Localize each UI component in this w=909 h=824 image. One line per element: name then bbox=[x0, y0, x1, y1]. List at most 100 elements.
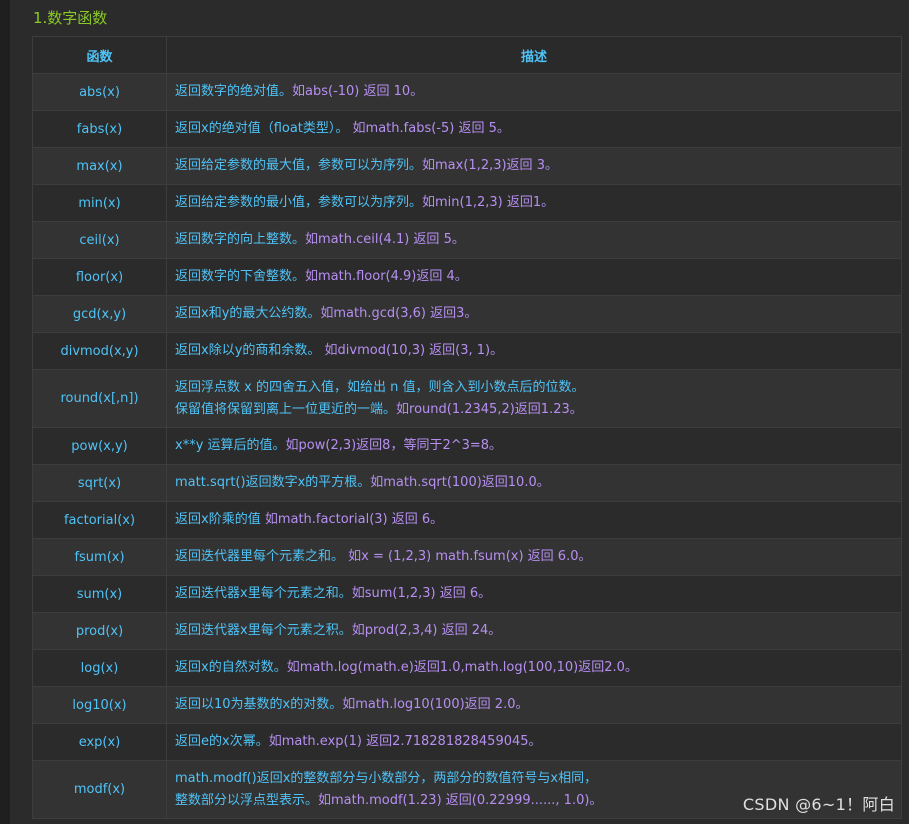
page: 1.数字函数 函数 描述 abs(x) 返回数字的绝对值。如abs(-10) 返回… bbox=[0, 0, 909, 824]
table-row: log(x) 返回x的自然对数。如math.log(math.e)返回1.0,ma… bbox=[32, 649, 902, 687]
description-text: 整数部分以浮点型表示。 bbox=[175, 792, 319, 808]
example-text: 如round(1.2345,2)返回1.23。 bbox=[396, 401, 583, 417]
description-line: 返回数字的向上整数。如math.ceil(4.1) 返回 5。 bbox=[175, 229, 893, 251]
description-text: matt.sqrt()返回数字x的平方根。 bbox=[175, 475, 371, 490]
description-text: 返回x的自然对数。 bbox=[175, 660, 287, 675]
description-cell: 返回浮点数 x 的四舍五入值，如给出 n 值，则含入到小数点后的位数。 保留值将保… bbox=[166, 369, 902, 428]
description-line: math.modf()返回x的整数部分与小数部分，两部分的数值符号与x相同， bbox=[175, 768, 893, 790]
table-row: floor(x) 返回数字的下舍整数。如math.floor(4.9)返回 4。 bbox=[32, 258, 902, 296]
description-cell: 返回x除以y的商和余数。 如divmod(10,3) 返回(3, 1)。 bbox=[166, 332, 902, 370]
header-description: 描述 bbox=[166, 36, 902, 74]
example-text: 如math.floor(4.9)返回 4。 bbox=[305, 269, 468, 284]
description-text: 返回浮点数 x 的四舍五入值，如给出 n 值，则含入到小数点后的位数。 bbox=[175, 379, 585, 395]
left-scroll-strip bbox=[0, 0, 10, 824]
description-line: 返回x的自然对数。如math.log(math.e)返回1.0,math.log… bbox=[175, 657, 893, 679]
description-cell: x**y 运算后的值。如pow(2,3)返回8，等同于2^3=8。 bbox=[166, 427, 902, 465]
table-row: log10(x) 返回以10为基数的x的对数。如math.log10(100)返回… bbox=[32, 686, 902, 724]
example-text: 如math.ceil(4.1) 返回 5。 bbox=[305, 232, 465, 247]
description-line: 返回迭代器x里每个元素之积。如prod(2,3,4) 返回 24。 bbox=[175, 620, 893, 642]
section-title: 1.数字函数 bbox=[33, 9, 108, 27]
function-name-cell: gcd(x,y) bbox=[32, 295, 167, 333]
description-text: 返回数字的向上整数。 bbox=[175, 232, 306, 247]
example-text: 如math.fabs(-5) 返回 5。 bbox=[352, 121, 510, 136]
description-cell: 返回数字的绝对值。如abs(-10) 返回 10。 bbox=[166, 73, 902, 111]
description-text: 返回迭代器里每个元素之和。 bbox=[175, 549, 349, 564]
math-functions-table: 函数 描述 abs(x) 返回数字的绝对值。如abs(-10) 返回 10。 fab… bbox=[32, 36, 902, 819]
description-cell: 返回x和y的最大公约数。如math.gcd(3,6) 返回3。 bbox=[166, 295, 902, 333]
description-cell: 返回给定参数的最小值，参数可以为序列。如min(1,2,3) 返回1。 bbox=[166, 184, 902, 222]
description-cell: 返回x的绝对值（float类型）。 如math.fabs(-5) 返回 5。 bbox=[166, 110, 902, 148]
description-line: 返回x阶乘的值 如math.factorial(3) 返回 6。 bbox=[175, 509, 893, 531]
function-name-cell: floor(x) bbox=[32, 258, 167, 296]
function-name-cell: sqrt(x) bbox=[32, 464, 167, 502]
function-name-cell: max(x) bbox=[32, 147, 167, 185]
description-text: 返回迭代器x里每个元素之积。 bbox=[175, 623, 352, 638]
description-line: 返回x的绝对值（float类型）。 如math.fabs(-5) 返回 5。 bbox=[175, 118, 893, 140]
table-row: exp(x) 返回e的x次幂。如math.exp(1) 返回2.718281828… bbox=[32, 723, 902, 761]
example-text: 如prod(2,3,4) 返回 24。 bbox=[351, 623, 502, 638]
example-text: 如min(1,2,3) 返回1。 bbox=[422, 195, 555, 210]
table-row: sqrt(x) matt.sqrt()返回数字x的平方根。如math.sqrt(1… bbox=[32, 464, 902, 502]
description-cell: 返回数字的下舍整数。如math.floor(4.9)返回 4。 bbox=[166, 258, 902, 296]
example-text: 如sum(1,2,3) 返回 6。 bbox=[351, 586, 492, 601]
description-line: 返回x和y的最大公约数。如math.gcd(3,6) 返回3。 bbox=[175, 303, 893, 325]
description-text: 返回x阶乘的值 bbox=[175, 512, 265, 527]
description-text: 返回给定参数的最小值，参数可以为序列。 bbox=[175, 195, 423, 210]
description-line: 保留值将保留到离上一位更近的一端。如round(1.2345,2)返回1.23。 bbox=[175, 399, 893, 421]
table-body: abs(x) 返回数字的绝对值。如abs(-10) 返回 10。 fabs(x) 返回… bbox=[32, 73, 902, 819]
function-name-cell: fabs(x) bbox=[32, 110, 167, 148]
table-row: pow(x,y) x**y 运算后的值。如pow(2,3)返回8，等同于2^3=8… bbox=[32, 427, 902, 465]
example-text: 如math.sqrt(100)返回10.0。 bbox=[370, 475, 550, 490]
description-text: 返回给定参数的最大值，参数可以为序列。 bbox=[175, 158, 423, 173]
description-line: 返回迭代器x里每个元素之和。如sum(1,2,3) 返回 6。 bbox=[175, 583, 893, 605]
description-line: matt.sqrt()返回数字x的平方根。如math.sqrt(100)返回10… bbox=[175, 472, 893, 494]
table-row: max(x) 返回给定参数的最大值，参数可以为序列。如max(1,2,3)返回 3… bbox=[32, 147, 902, 185]
table-row: prod(x) 返回迭代器x里每个元素之积。如prod(2,3,4) 返回 24。 bbox=[32, 612, 902, 650]
description-line: 返回浮点数 x 的四舍五入值，如给出 n 值，则含入到小数点后的位数。 bbox=[175, 377, 893, 399]
description-cell: 返回x的自然对数。如math.log(math.e)返回1.0,math.log… bbox=[166, 649, 902, 687]
table-row: round(x[,n]) 返回浮点数 x 的四舍五入值，如给出 n 值，则含入到小… bbox=[32, 369, 902, 428]
description-cell: 返回数字的向上整数。如math.ceil(4.1) 返回 5。 bbox=[166, 221, 902, 259]
example-text: 如math.log10(100)返回 2.0。 bbox=[342, 697, 529, 712]
description-line: 返回迭代器里每个元素之和。 如x = (1,2,3) math.fsum(x) … bbox=[175, 546, 893, 568]
table-row: factorial(x) 返回x阶乘的值 如math.factorial(3) 返… bbox=[32, 501, 902, 539]
function-name-cell: modf(x) bbox=[32, 760, 167, 819]
description-cell: 返回迭代器x里每个元素之积。如prod(2,3,4) 返回 24。 bbox=[166, 612, 902, 650]
function-name-cell: divmod(x,y) bbox=[32, 332, 167, 370]
table-row: divmod(x,y) 返回x除以y的商和余数。 如divmod(10,3) 返回… bbox=[32, 332, 902, 370]
description-line: 返回给定参数的最大值，参数可以为序列。如max(1,2,3)返回 3。 bbox=[175, 155, 893, 177]
function-name-cell: log(x) bbox=[32, 649, 167, 687]
function-name-cell: ceil(x) bbox=[32, 221, 167, 259]
description-text: 返回数字的下舍整数。 bbox=[175, 269, 306, 284]
description-text: 返回以10为基数的x的对数。 bbox=[175, 697, 343, 712]
description-text: math.modf()返回x的整数部分与小数部分，两部分的数值符号与x相同， bbox=[175, 770, 598, 786]
example-text: 如divmod(10,3) 返回(3, 1)。 bbox=[324, 343, 504, 358]
description-line: 返回x除以y的商和余数。 如divmod(10,3) 返回(3, 1)。 bbox=[175, 340, 893, 362]
example-text: 如pow(2,3)返回8，等同于2^3=8。 bbox=[285, 438, 503, 453]
description-line: 返回以10为基数的x的对数。如math.log10(100)返回 2.0。 bbox=[175, 694, 893, 716]
function-name-cell: round(x[,n]) bbox=[32, 369, 167, 428]
example-text: 如x = (1,2,3) math.fsum(x) 返回 6.0。 bbox=[348, 549, 592, 564]
description-cell: 返回迭代器x里每个元素之和。如sum(1,2,3) 返回 6。 bbox=[166, 575, 902, 613]
example-text: 如max(1,2,3)返回 3。 bbox=[422, 158, 558, 173]
function-name-cell: log10(x) bbox=[32, 686, 167, 724]
description-text: 返回x除以y的商和余数。 bbox=[175, 343, 325, 358]
table-row: sum(x) 返回迭代器x里每个元素之和。如sum(1,2,3) 返回 6。 bbox=[32, 575, 902, 613]
table-row: min(x) 返回给定参数的最小值，参数可以为序列。如min(1,2,3) 返回1… bbox=[32, 184, 902, 222]
function-name-cell: min(x) bbox=[32, 184, 167, 222]
description-text: 保留值将保留到离上一位更近的一端。 bbox=[175, 401, 397, 417]
description-cell: 返回x阶乘的值 如math.factorial(3) 返回 6。 bbox=[166, 501, 902, 539]
table-header-row: 函数 描述 bbox=[32, 36, 902, 74]
description-line: x**y 运算后的值。如pow(2,3)返回8，等同于2^3=8。 bbox=[175, 435, 893, 457]
table-row: fsum(x) 返回迭代器里每个元素之和。 如x = (1,2,3) math.f… bbox=[32, 538, 902, 576]
description-text: x**y 运算后的值。 bbox=[175, 438, 286, 453]
header-function: 函数 bbox=[32, 36, 167, 74]
table-row: gcd(x,y) 返回x和y的最大公约数。如math.gcd(3,6) 返回3。 bbox=[32, 295, 902, 333]
function-name-cell: exp(x) bbox=[32, 723, 167, 761]
description-cell: 返回以10为基数的x的对数。如math.log10(100)返回 2.0。 bbox=[166, 686, 902, 724]
example-text: 如math.exp(1) 返回2.718281828459045。 bbox=[268, 734, 542, 749]
description-text: 返回x和y的最大公约数。 bbox=[175, 306, 321, 321]
description-line: 返回给定参数的最小值，参数可以为序列。如min(1,2,3) 返回1。 bbox=[175, 192, 893, 214]
example-text: 如math.factorial(3) 返回 6。 bbox=[264, 512, 444, 527]
function-name-cell: abs(x) bbox=[32, 73, 167, 111]
